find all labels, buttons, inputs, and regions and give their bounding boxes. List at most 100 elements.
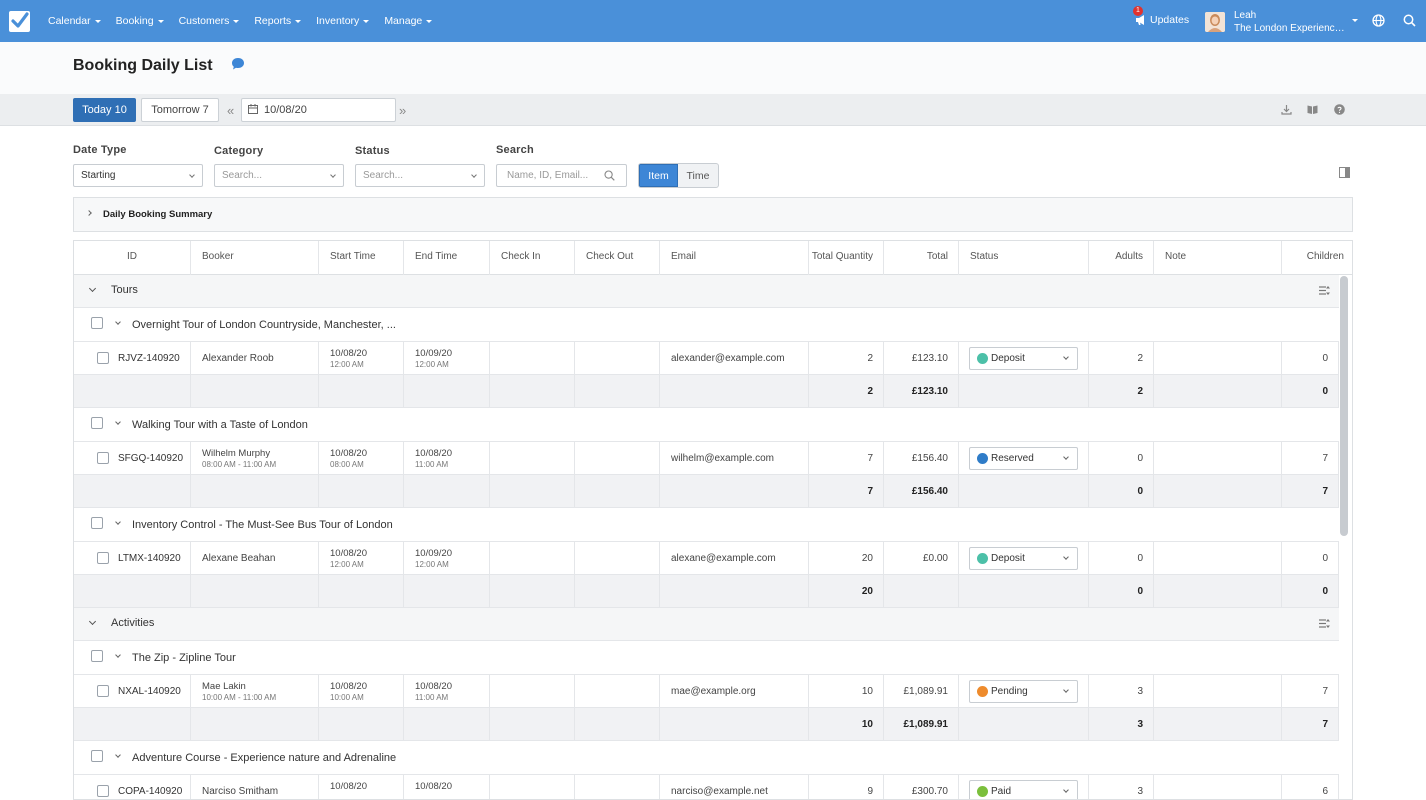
chevron-down-icon[interactable] (115, 752, 121, 758)
status-dropdown[interactable]: Deposit (969, 347, 1078, 370)
booking-id[interactable]: COPA-140920 (118, 786, 182, 797)
product-checkbox[interactable] (91, 317, 103, 329)
col-email[interactable]: Email (660, 241, 809, 275)
product-row[interactable]: Adventure Course - Experience nature and… (74, 741, 1339, 775)
chevron-down-icon[interactable] (88, 617, 97, 626)
view-item-button[interactable]: Item (639, 164, 678, 187)
nav-inventory[interactable]: Inventory (316, 15, 370, 27)
booking-id[interactable]: NXAL-140920 (118, 686, 181, 697)
category-row[interactable]: Activities (74, 608, 1339, 641)
product-row[interactable]: Walking Tour with a Taste of London (74, 408, 1339, 442)
list-sort-icon[interactable] (1319, 285, 1331, 296)
status-select[interactable]: Search... (355, 164, 485, 187)
list-sort-icon[interactable] (1319, 618, 1331, 629)
chevron-down-icon[interactable] (115, 419, 121, 425)
col-booker[interactable]: Booker (191, 241, 319, 275)
product-row[interactable]: Inventory Control - The Must-See Bus Tou… (74, 508, 1339, 542)
cell-id: RJVZ-140920 (74, 342, 191, 374)
product-row[interactable]: Overnight Tour of London Countryside, Ma… (74, 308, 1339, 342)
chevron-down-icon[interactable] (88, 284, 97, 293)
table-scrollbar[interactable] (1340, 276, 1348, 536)
totals-cell-status (959, 575, 1089, 607)
nav-reports[interactable]: Reports (254, 15, 302, 27)
table-row[interactable]: NXAL-140920 Mae Lakin 10:00 AM - 11:00 AM 1… (74, 675, 1339, 708)
product-checkbox[interactable] (91, 650, 103, 662)
today-button[interactable]: Today 10 (73, 98, 136, 122)
col-note[interactable]: Note (1154, 241, 1282, 275)
chevron-down-icon[interactable] (115, 519, 121, 525)
nav-booking[interactable]: Booking (116, 15, 164, 27)
total-amount: £1,089.91 (903, 686, 949, 697)
date-type-value: Starting (81, 170, 116, 181)
view-time-button[interactable]: Time (678, 164, 718, 187)
help-icon[interactable] (1334, 104, 1345, 115)
status-dropdown[interactable]: Deposit (969, 547, 1078, 570)
nav-calendar[interactable]: Calendar (48, 15, 101, 27)
product-checkbox[interactable] (91, 750, 103, 762)
user-avatar[interactable] (1205, 12, 1225, 32)
start-time: 08:00 AM (330, 460, 364, 469)
user-company[interactable]: The London Experience... (1234, 23, 1346, 34)
date-type-select[interactable]: Starting (73, 164, 203, 187)
table-row[interactable]: SFGQ-140920 Wilhelm Murphy 08:00 AM - 11:0… (74, 442, 1339, 475)
totals-cell-adults: 0 (1089, 575, 1154, 607)
booking-checkbox[interactable] (97, 552, 109, 564)
status-dropdown[interactable]: Pending (969, 680, 1078, 703)
chevron-down-icon[interactable] (115, 652, 121, 658)
booking-id[interactable]: RJVZ-140920 (118, 353, 180, 364)
booker-name[interactable]: Wilhelm Murphy (202, 448, 270, 459)
chevron-down-icon[interactable] (115, 319, 121, 325)
tomorrow-button[interactable]: Tomorrow 7 (141, 98, 219, 122)
category-select[interactable]: Search... (214, 164, 344, 187)
table-row[interactable]: RJVZ-140920 Alexander Roob 10/08/20 12:00 A… (74, 342, 1339, 375)
product-checkbox[interactable] (91, 517, 103, 529)
date-input[interactable]: 10/08/20 (241, 98, 396, 122)
status-dropdown[interactable]: Reserved (969, 447, 1078, 470)
user-name[interactable]: Leah (1234, 10, 1256, 21)
cell-start: 10/08/20 12:00 AM (319, 342, 404, 374)
previous-date-double-chevron-icon[interactable]: « (227, 103, 234, 118)
booking-checkbox[interactable] (97, 785, 109, 797)
col-total-quantity[interactable]: Total Quantity (809, 241, 884, 275)
booker-name[interactable]: Mae Lakin (202, 681, 246, 692)
col-check-out[interactable]: Check Out (575, 241, 660, 275)
col-adults[interactable]: Adults (1089, 241, 1154, 275)
next-date-double-chevron-icon[interactable]: » (399, 103, 406, 118)
col-total[interactable]: Total (884, 241, 959, 275)
table-row[interactable]: COPA-140920 Narciso Smitham 10/08/20 10/08/… (74, 775, 1339, 799)
booking-id[interactable]: LTMX-140920 (118, 553, 181, 564)
col-id[interactable]: ID (74, 241, 191, 275)
col-check-in[interactable]: Check In (490, 241, 575, 275)
chevron-down-icon (1063, 687, 1069, 693)
table-row[interactable]: LTMX-140920 Alexane Beahan 10/08/20 12:00 A… (74, 542, 1339, 575)
globe-icon[interactable] (1372, 14, 1385, 27)
nav-manage[interactable]: Manage (384, 15, 433, 27)
download-icon[interactable] (1281, 104, 1292, 115)
search-input[interactable]: Name, ID, Email... (496, 164, 627, 187)
booking-checkbox[interactable] (97, 685, 109, 697)
book-icon[interactable] (1307, 104, 1318, 115)
col-start-time[interactable]: Start Time (319, 241, 404, 275)
product-row[interactable]: The Zip - Zipline Tour (74, 641, 1339, 675)
user-menu-chevron-down-icon[interactable] (1352, 19, 1358, 22)
col-children[interactable]: Children (1282, 241, 1352, 275)
column-layout-icon[interactable] (1339, 167, 1350, 178)
category-row[interactable]: Tours (74, 275, 1339, 308)
cell-adults: 3 (1089, 775, 1154, 799)
updates-button[interactable]: 1 Updates (1133, 6, 1189, 26)
product-checkbox[interactable] (91, 417, 103, 429)
booker-email: alexander@example.com (671, 353, 785, 364)
app-logo-checkmark-icon[interactable] (9, 11, 30, 32)
cell-children: 7 (1282, 442, 1339, 474)
nav-customers[interactable]: Customers (179, 15, 240, 27)
chevron-down-icon (295, 19, 302, 23)
search-icon[interactable] (1403, 14, 1416, 27)
daily-booking-summary[interactable]: Daily Booking Summary (73, 197, 1353, 232)
booking-checkbox[interactable] (97, 352, 109, 364)
col-status[interactable]: Status (959, 241, 1089, 275)
col-end-time[interactable]: End Time (404, 241, 490, 275)
booking-checkbox[interactable] (97, 452, 109, 464)
chat-bubble-icon[interactable] (231, 57, 245, 71)
status-dropdown[interactable]: Paid (969, 780, 1078, 799)
booking-id[interactable]: SFGQ-140920 (118, 453, 183, 464)
